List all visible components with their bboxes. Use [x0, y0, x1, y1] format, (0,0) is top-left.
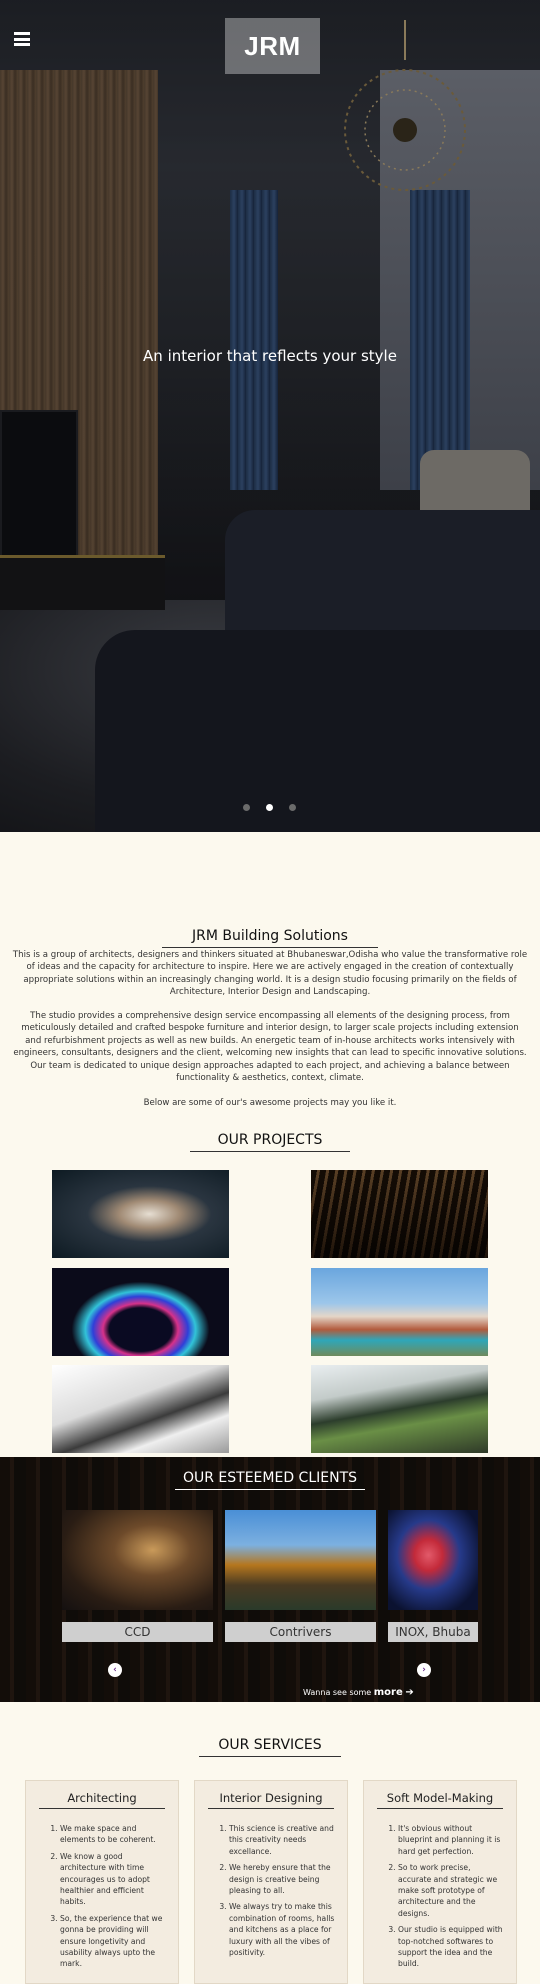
title-underline	[39, 1808, 165, 1809]
title-underline	[199, 1756, 341, 1757]
service-point: We always try to make this combination o…	[229, 1901, 335, 1958]
slider-dot-active[interactable]	[266, 804, 273, 811]
project-image-villa[interactable]	[311, 1268, 488, 1356]
services-section-title: OUR SERVICES	[0, 1737, 540, 1757]
client-image-cinema	[388, 1510, 478, 1610]
service-points: This science is creative and this creati…	[229, 1823, 335, 1958]
more-label: more	[373, 1687, 403, 1698]
service-point: So, the experience that we gonna be prov…	[60, 1913, 166, 1970]
hero-curtain	[230, 190, 278, 490]
hero-cabinet	[0, 555, 165, 610]
clients-title-text: OUR ESTEEMED CLIENTS	[182, 1470, 358, 1486]
service-card-soft-model-making: Soft Model-Making It's obvious without b…	[363, 1780, 517, 1984]
hero-tagline: An interior that reflects your style	[143, 347, 397, 365]
project-image-hall[interactable]	[311, 1170, 488, 1258]
chevron-left-icon[interactable]: ‹	[108, 1663, 122, 1677]
arrow-right-icon: ➔	[405, 1687, 414, 1698]
title-underline	[175, 1489, 365, 1490]
projects-section-title: OUR PROJECTS	[0, 1132, 540, 1152]
project-image-escalator[interactable]	[52, 1365, 229, 1453]
chevron-right-icon[interactable]: ›	[417, 1663, 431, 1677]
service-point: So to work precise, accurate and strateg…	[398, 1862, 504, 1919]
hero-sofa	[95, 630, 540, 832]
slider-dot[interactable]	[289, 804, 296, 811]
client-card[interactable]: Contrivers	[225, 1510, 376, 1642]
clients-section-title: OUR ESTEEMED CLIENTS	[0, 1470, 540, 1490]
project-image-neon-tunnel[interactable]	[52, 1268, 229, 1356]
service-point: This science is creative and this creati…	[229, 1823, 335, 1857]
client-name: INOX, Bhuba	[388, 1622, 478, 1642]
slider-dot[interactable]	[243, 804, 250, 811]
service-title-text: Architecting	[67, 1791, 137, 1805]
client-name: Contrivers	[225, 1622, 376, 1642]
chandelier-image	[344, 20, 466, 191]
service-point: Our studio is equipped with top-notched …	[398, 1924, 504, 1970]
service-card-interior-designing: Interior Designing This science is creat…	[194, 1780, 348, 1984]
project-image-green-roof[interactable]	[311, 1365, 488, 1453]
service-point: We make space and elements to be coheren…	[60, 1823, 166, 1846]
service-card-title: Architecting	[26, 1791, 178, 1809]
site-logo[interactable]: JRM	[225, 18, 320, 74]
client-image-building	[225, 1510, 376, 1610]
about-section-title: JRM Building Solutions	[0, 928, 540, 948]
clients-section: OUR ESTEEMED CLIENTS CCD Contrivers INOX…	[0, 1457, 540, 1702]
service-card-title: Soft Model-Making	[364, 1791, 516, 1809]
service-point: We hereby ensure that the design is crea…	[229, 1862, 335, 1896]
about-paragraph: The studio provides a comprehensive desi…	[13, 1011, 527, 1084]
project-image-tower[interactable]	[52, 1170, 229, 1258]
client-card[interactable]: INOX, Bhuba	[388, 1510, 478, 1642]
service-card-architecting: Architecting We make space and elements …	[25, 1780, 179, 1984]
service-points: It's obvious without blueprint and plann…	[398, 1823, 504, 1970]
about-title-text: JRM Building Solutions	[192, 928, 348, 944]
hero-curtain	[410, 190, 470, 490]
service-card-title: Interior Designing	[195, 1791, 347, 1809]
about-paragraph: This is a group of architects, designers…	[12, 950, 528, 998]
title-underline	[162, 947, 378, 948]
service-point: We know a good architecture with time en…	[60, 1851, 166, 1908]
service-point: It's obvious without blueprint and plann…	[398, 1823, 504, 1857]
service-points: We make space and elements to be coheren…	[60, 1823, 166, 1970]
title-underline	[377, 1808, 503, 1809]
more-prefix-text: Wanna see some	[303, 1688, 372, 1697]
client-card[interactable]: CCD	[62, 1510, 213, 1642]
title-underline	[208, 1808, 334, 1809]
title-underline	[190, 1151, 350, 1152]
projects-title-text: OUR PROJECTS	[217, 1132, 323, 1148]
hero-slider-dots	[243, 804, 296, 811]
client-image-cafe	[62, 1510, 213, 1610]
about-paragraph: Below are some of our's awesome projects…	[143, 1098, 397, 1108]
hamburger-menu-icon[interactable]	[14, 32, 30, 46]
service-title-text: Soft Model-Making	[386, 1791, 494, 1805]
hero-banner: JRM An interior that reflects your style	[0, 0, 540, 832]
client-name: CCD	[62, 1622, 213, 1642]
services-title-text: OUR SERVICES	[218, 1737, 322, 1753]
hero-tv	[0, 410, 78, 560]
logo-text: JRM	[244, 30, 301, 61]
service-title-text: Interior Designing	[219, 1791, 323, 1805]
more-clients-link[interactable]: Wanna see some more ➔	[303, 1687, 414, 1698]
